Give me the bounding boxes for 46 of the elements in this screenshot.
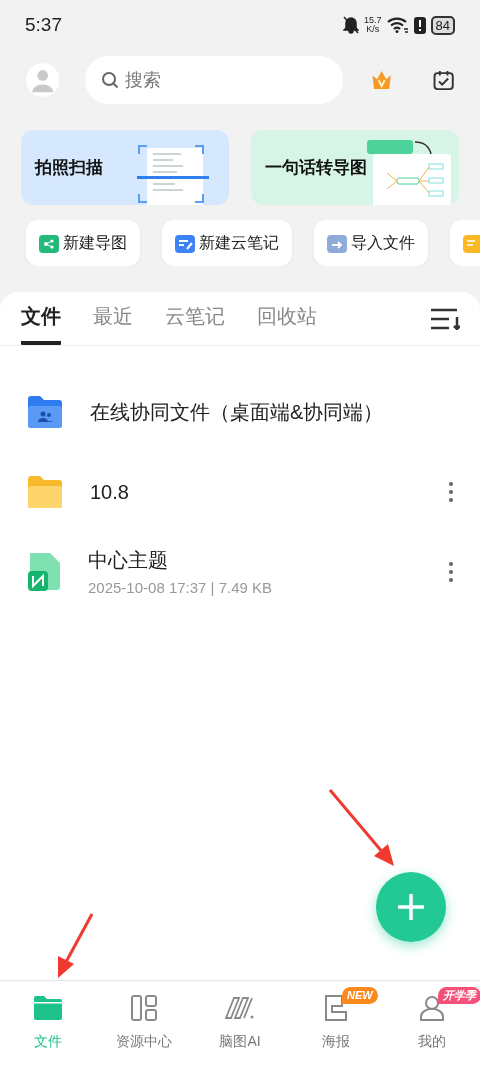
- person-icon: [419, 995, 445, 1021]
- file-row[interactable]: 中心主题 2025-10-08 17:37 | 7.49 KB: [0, 532, 480, 612]
- quick-action-button[interactable]: 新建云笔记: [162, 220, 292, 266]
- more-icon[interactable]: [448, 561, 454, 583]
- document-scan-drawing: [137, 144, 209, 205]
- plus-icon: [398, 894, 424, 920]
- tab[interactable]: 云笔记: [165, 301, 225, 345]
- nav-tab[interactable]: 脑图AI: [219, 993, 261, 1066]
- feature-card[interactable]: 一句话转导图: [251, 130, 459, 205]
- shared-folder-icon: [28, 396, 62, 428]
- file-meta: 2025-10-08 17:37 | 7.49 KB: [88, 577, 274, 598]
- more-icon[interactable]: [448, 481, 454, 503]
- tab[interactable]: 文件: [21, 301, 61, 345]
- network-speed: 15.7: [364, 16, 382, 25]
- nav-badge: NEW: [342, 987, 378, 1004]
- poster-icon: [324, 995, 348, 1021]
- import-icon: [327, 233, 347, 253]
- quick-action-button[interactable]: 导入文件: [314, 220, 428, 266]
- quick-action-button[interactable]: 新建导图: [26, 220, 140, 266]
- note-icon: [175, 233, 195, 253]
- status-time: 5:37: [25, 12, 62, 37]
- alert-icon: [413, 16, 426, 34]
- file-name: 在线协同文件（桌面端&协同端）: [90, 400, 385, 425]
- sort-icon[interactable]: [431, 308, 460, 330]
- mute-icon: [343, 16, 359, 34]
- ai-logo-icon: [225, 997, 255, 1019]
- file-name: 10.8: [90, 480, 130, 505]
- grid-icon: [131, 995, 157, 1021]
- file-row[interactable]: 在线协同文件（桌面端&协同端）: [0, 372, 480, 452]
- mindmap-file-icon: [28, 553, 60, 591]
- wifi-icon: [386, 17, 409, 33]
- document-icon: [463, 233, 480, 253]
- battery-indicator: 84: [430, 15, 455, 35]
- nav-badge: 开学季: [438, 987, 480, 1004]
- tab[interactable]: 回收站: [257, 301, 317, 345]
- search-field[interactable]: 搜索: [85, 56, 344, 104]
- mindmap-icon: [39, 233, 59, 253]
- folder-icon: [28, 476, 62, 508]
- network-unit: K/s: [366, 25, 380, 34]
- folder-icon: [34, 996, 62, 1020]
- nav-tab[interactable]: 资源中心: [116, 993, 172, 1066]
- file-row[interactable]: 10.8: [0, 452, 480, 532]
- search-icon: [101, 71, 120, 89]
- feature-card[interactable]: 拍照扫描: [21, 130, 229, 205]
- tab[interactable]: 最近: [93, 301, 133, 345]
- file-name: 中心主题: [88, 547, 169, 573]
